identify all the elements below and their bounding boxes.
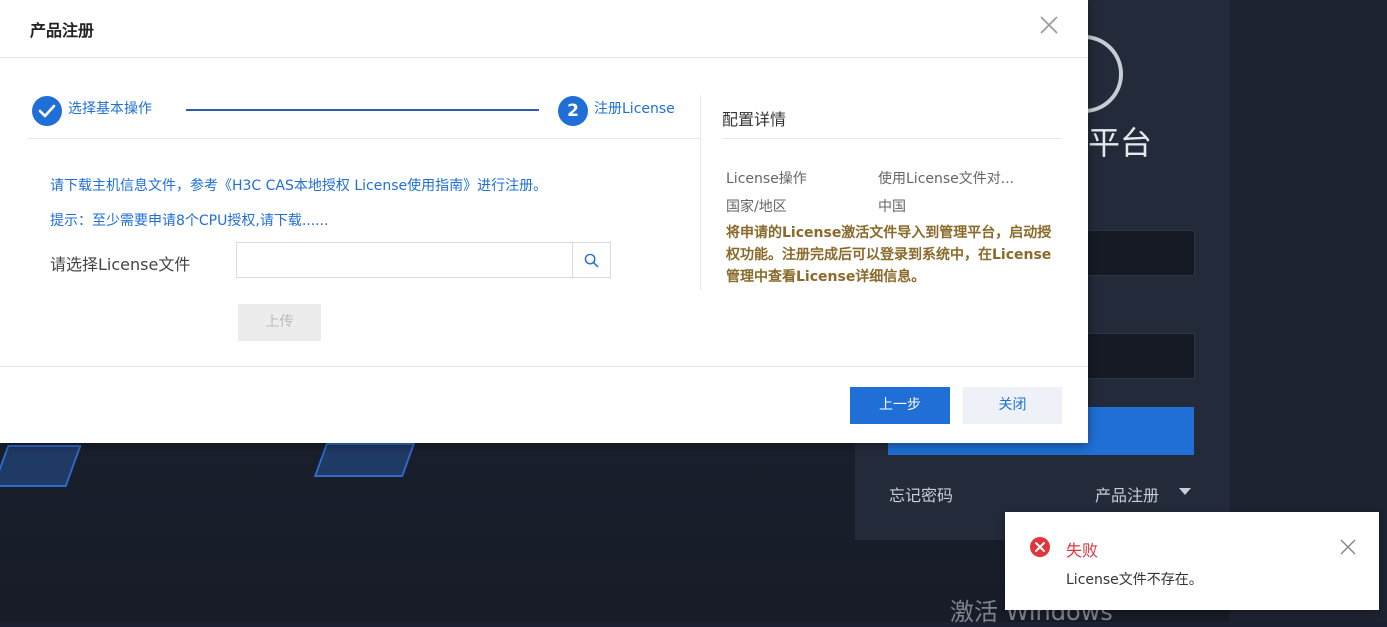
- device-illustration: [313, 443, 416, 477]
- footer-divider: [0, 366, 1088, 367]
- close-icon[interactable]: [1038, 14, 1060, 36]
- detail-value-operation: 使用License文件对...: [878, 171, 1015, 187]
- step-connector: [186, 109, 539, 111]
- platform-title: 平台: [1088, 124, 1153, 162]
- search-icon: [584, 253, 599, 267]
- panel-divider: [700, 95, 701, 290]
- cpu-hint-link[interactable]: 提示：至少需要申请8个CPU授权,请下载......: [50, 210, 329, 230]
- stepper: 选择基本操作 2 注册License: [32, 95, 700, 127]
- close-icon[interactable]: [1339, 538, 1357, 556]
- product-register-link[interactable]: 产品注册: [1095, 482, 1159, 506]
- stepper-divider: [27, 138, 700, 139]
- close-button[interactable]: 关闭: [963, 387, 1062, 424]
- step-2-number: 2: [558, 96, 588, 126]
- error-icon: [1030, 537, 1050, 557]
- dialog-title: 产品注册: [30, 21, 95, 40]
- detail-key-region: 国家/地区: [726, 199, 787, 215]
- details-title: 配置详情: [722, 110, 787, 129]
- notification-title: 失败: [1066, 541, 1099, 560]
- product-register-dialog: 产品注册 选择基本操作 2 注册License 请下载主机信息文件，参考《H3C…: [0, 0, 1088, 443]
- upload-button[interactable]: 上传: [238, 304, 321, 341]
- browse-button[interactable]: [572, 242, 611, 278]
- details-divider: [722, 138, 1062, 139]
- detail-value-region: 中国: [878, 199, 906, 215]
- notification-message: License文件不存在。: [1066, 572, 1203, 588]
- step-1-label: 选择基本操作: [68, 101, 152, 117]
- step-2-label: 注册License: [594, 101, 675, 117]
- license-file-label: 请选择License文件: [50, 255, 191, 274]
- caret-down-icon[interactable]: [1179, 488, 1191, 495]
- detail-key-operation: License操作: [726, 171, 807, 187]
- download-hint-link[interactable]: 请下载主机信息文件，参考《H3C CAS本地授权 License使用指南》进行注…: [50, 175, 547, 195]
- forgot-password-link[interactable]: 忘记密码: [889, 482, 953, 506]
- dialog-header: 产品注册: [0, 0, 1088, 58]
- license-file-input[interactable]: [236, 242, 572, 278]
- error-notification: 失败 License文件不存在。: [1005, 512, 1379, 610]
- step-1-check-icon: [32, 96, 62, 126]
- details-note: 将申请的License激活文件导入到管理平台，启动授权功能。注册完成后可以登录到…: [726, 225, 1052, 285]
- previous-step-button[interactable]: 上一步: [850, 387, 950, 424]
